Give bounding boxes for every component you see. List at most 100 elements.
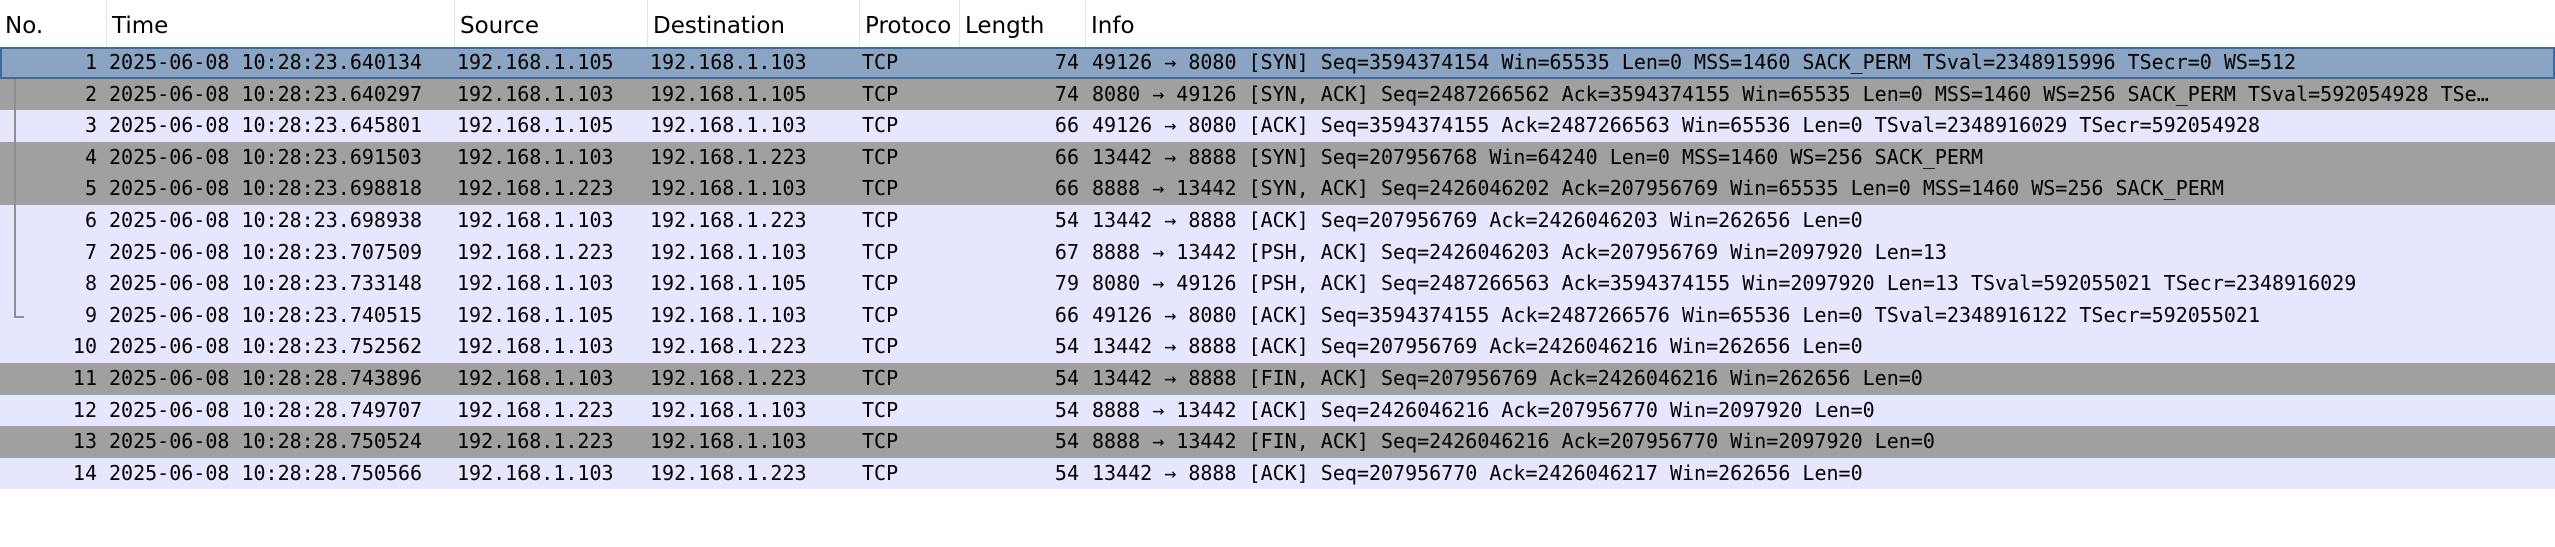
column-header-info[interactable]: Info xyxy=(1086,0,2555,52)
packet-protocol: TCP xyxy=(862,81,899,106)
packet-protocol: TCP xyxy=(862,460,899,485)
packet-protocol: TCP xyxy=(862,365,899,390)
packet-info: 13442 → 8888 [FIN, ACK] Seq=207956769 Ac… xyxy=(1092,365,1923,390)
packet-length: 54 xyxy=(1054,397,1079,422)
packet-destination: 192.168.1.223 xyxy=(650,207,807,232)
packet-info: 49126 → 8080 [ACK] Seq=3594374155 Ack=24… xyxy=(1092,302,2260,327)
packet-info: 13442 → 8888 [ACK] Seq=207956770 Ack=242… xyxy=(1092,460,1863,485)
column-header-length[interactable]: Length xyxy=(960,0,1086,52)
packet-time: 2025-06-08 10:28:23.698818 xyxy=(109,176,423,201)
packet-protocol: TCP xyxy=(862,50,899,74)
packet-length: 67 xyxy=(1054,239,1079,264)
packet-time: 2025-06-08 10:28:23.752562 xyxy=(109,334,423,359)
column-header-no[interactable]: No. xyxy=(0,0,107,52)
packet-info: 8080 → 49126 [SYN, ACK] Seq=2487266562 A… xyxy=(1092,81,2489,106)
packet-row[interactable]: 2 2025-06-08 10:28:23.640297 192.168.1.103… xyxy=(0,78,2555,111)
packet-row[interactable]: 1 2025-06-08 10:28:23.640134 192.168.1.105… xyxy=(0,47,2555,79)
packet-destination: 192.168.1.105 xyxy=(650,81,807,106)
packet-info: 8080 → 49126 [PSH, ACK] Seq=2487266563 A… xyxy=(1092,271,2357,296)
packet-protocol: TCP xyxy=(862,113,899,138)
packet-protocol: TCP xyxy=(862,144,899,169)
packet-row[interactable]: 9 2025-06-08 10:28:23.740515 192.168.1.105… xyxy=(0,299,2555,332)
packet-time: 2025-06-08 10:28:28.743896 xyxy=(109,365,423,390)
packet-source: 192.168.1.103 xyxy=(457,81,614,106)
column-header-row: No. Time Source Destination Protoco Leng… xyxy=(0,0,2555,53)
related-packets-bracket-end xyxy=(14,315,24,318)
packet-row[interactable]: 11 2025-06-08 10:28:28.743896 192.168.1.10… xyxy=(0,362,2555,395)
packet-time: 2025-06-08 10:28:28.749707 xyxy=(109,397,423,422)
packet-source: 192.168.1.103 xyxy=(457,334,614,359)
packet-time: 2025-06-08 10:28:23.640297 xyxy=(109,81,423,106)
packet-destination: 192.168.1.103 xyxy=(650,239,807,264)
packet-destination: 192.168.1.105 xyxy=(650,271,807,296)
packet-length: 54 xyxy=(1054,207,1079,232)
packet-rows: 1 2025-06-08 10:28:23.640134 192.168.1.105… xyxy=(0,47,2555,490)
packet-info: 13442 → 8888 [ACK] Seq=207956769 Ack=242… xyxy=(1092,334,1863,359)
packet-protocol: TCP xyxy=(862,239,899,264)
packet-time: 2025-06-08 10:28:28.750524 xyxy=(109,429,423,454)
packet-row[interactable]: 6 2025-06-08 10:28:23.698938 192.168.1.103… xyxy=(0,204,2555,237)
packet-source: 192.168.1.103 xyxy=(457,207,614,232)
packet-length: 66 xyxy=(1054,176,1079,201)
packet-number: 14 xyxy=(72,460,97,485)
packet-info: 49126 → 8080 [ACK] Seq=3594374155 Ack=24… xyxy=(1092,113,2260,138)
packet-time: 2025-06-08 10:28:28.750566 xyxy=(109,460,423,485)
packet-row[interactable]: 7 2025-06-08 10:28:23.707509 192.168.1.223… xyxy=(0,236,2555,269)
packet-protocol: TCP xyxy=(862,207,899,232)
related-packets-bracket xyxy=(14,78,16,316)
packet-length: 74 xyxy=(1054,81,1079,106)
packet-source: 192.168.1.103 xyxy=(457,144,614,169)
packet-protocol: TCP xyxy=(862,429,899,454)
packet-time: 2025-06-08 10:28:23.707509 xyxy=(109,239,423,264)
packet-destination: 192.168.1.103 xyxy=(650,397,807,422)
packet-time: 2025-06-08 10:28:23.698938 xyxy=(109,207,423,232)
packet-length: 79 xyxy=(1054,271,1079,296)
packet-info: 49126 → 8080 [SYN] Seq=3594374154 Win=65… xyxy=(1092,50,2297,74)
packet-info: 8888 → 13442 [SYN, ACK] Seq=2426046202 A… xyxy=(1092,176,2224,201)
packet-row[interactable]: 4 2025-06-08 10:28:23.691503 192.168.1.103… xyxy=(0,141,2555,174)
packet-length: 54 xyxy=(1054,365,1079,390)
packet-row[interactable]: 13 2025-06-08 10:28:28.750524 192.168.1.22… xyxy=(0,426,2555,458)
packet-time: 2025-06-08 10:28:23.645801 xyxy=(109,113,423,138)
packet-destination: 192.168.1.223 xyxy=(650,144,807,169)
column-header-source[interactable]: Source xyxy=(455,0,648,52)
packet-protocol: TCP xyxy=(862,271,899,296)
packet-source: 192.168.1.105 xyxy=(457,113,614,138)
packet-number: 13 xyxy=(72,429,97,454)
column-header-destination[interactable]: Destination xyxy=(648,0,860,52)
packet-list: No. Time Source Destination Protoco Leng… xyxy=(0,0,2555,547)
packet-destination: 192.168.1.223 xyxy=(650,460,807,485)
packet-destination: 192.168.1.103 xyxy=(650,429,807,454)
packet-time: 2025-06-08 10:28:23.733148 xyxy=(109,271,423,296)
packet-source: 192.168.1.223 xyxy=(457,239,614,264)
packet-info: 8888 → 13442 [ACK] Seq=2426046216 Ack=20… xyxy=(1092,397,1875,422)
packet-number: 11 xyxy=(72,365,97,390)
packet-number: 1 xyxy=(84,50,97,74)
packet-row[interactable]: 10 2025-06-08 10:28:23.752562 192.168.1.10… xyxy=(0,331,2555,363)
packet-row[interactable]: 12 2025-06-08 10:28:28.749707 192.168.1.22… xyxy=(0,394,2555,427)
packet-length: 54 xyxy=(1054,460,1079,485)
packet-row[interactable]: 3 2025-06-08 10:28:23.645801 192.168.1.105… xyxy=(0,110,2555,142)
packet-row[interactable]: 8 2025-06-08 10:28:23.733148 192.168.1.103… xyxy=(0,268,2555,300)
packet-source: 192.168.1.223 xyxy=(457,429,614,454)
column-header-protocol[interactable]: Protoco xyxy=(860,0,960,52)
packet-row[interactable]: 5 2025-06-08 10:28:23.698818 192.168.1.223… xyxy=(0,173,2555,205)
packet-destination: 192.168.1.103 xyxy=(650,50,807,74)
packet-length: 74 xyxy=(1054,50,1079,74)
packet-destination: 192.168.1.103 xyxy=(650,176,807,201)
packet-destination: 192.168.1.103 xyxy=(650,113,807,138)
packet-source: 192.168.1.223 xyxy=(457,397,614,422)
packet-length: 66 xyxy=(1054,144,1079,169)
packet-protocol: TCP xyxy=(862,397,899,422)
packet-time: 2025-06-08 10:28:23.740515 xyxy=(109,302,423,327)
column-header-time[interactable]: Time xyxy=(107,0,455,52)
packet-number: 10 xyxy=(72,334,97,359)
packet-length: 66 xyxy=(1054,302,1079,327)
packet-row[interactable]: 14 2025-06-08 10:28:28.750566 192.168.1.10… xyxy=(0,457,2555,490)
packet-length: 54 xyxy=(1054,429,1079,454)
packet-info: 13442 → 8888 [SYN] Seq=207956768 Win=642… xyxy=(1092,144,1984,169)
packet-source: 192.168.1.105 xyxy=(457,302,614,327)
packet-length: 66 xyxy=(1054,113,1079,138)
packet-destination: 192.168.1.103 xyxy=(650,302,807,327)
packet-source: 192.168.1.103 xyxy=(457,271,614,296)
